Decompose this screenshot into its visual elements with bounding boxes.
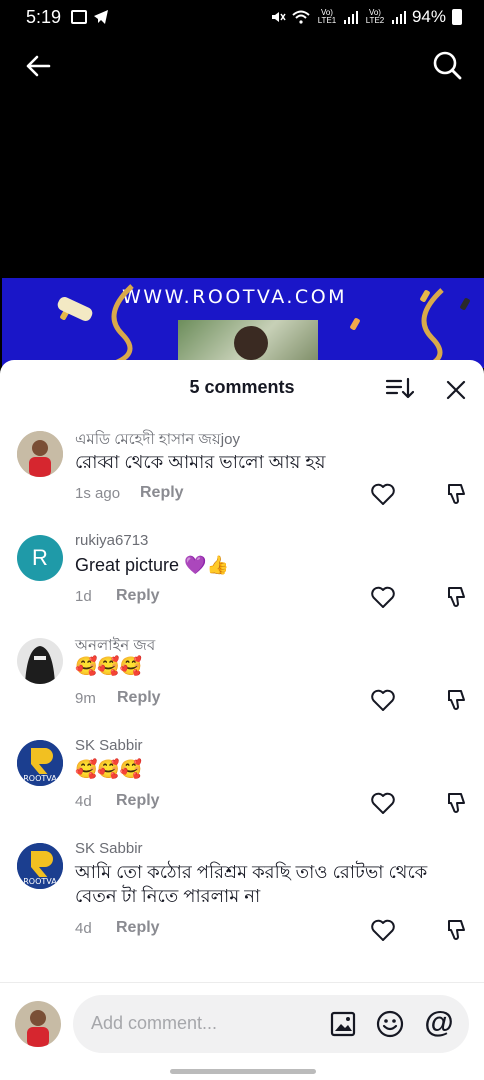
status-notification-icons bbox=[71, 9, 109, 25]
home-indicator bbox=[170, 1069, 316, 1074]
status-right: Vo) LTE1 Vo) LTE2 94% bbox=[270, 7, 462, 27]
heart-icon[interactable] bbox=[370, 482, 396, 506]
comment-text: Great picture 💜👍 bbox=[75, 555, 229, 575]
heart-icon[interactable] bbox=[370, 585, 396, 609]
comment-item: এমডি মেহেদী হাসান জয়joy রোব্বা থেকে আমা… bbox=[0, 426, 484, 526]
avatar[interactable]: ROOTVA bbox=[17, 843, 63, 889]
comment-time: 9m bbox=[75, 690, 96, 707]
comment-text: রোব্বা থেকে আমার ভালো আয় হয় bbox=[75, 452, 326, 472]
lte1-label: Vo) LTE1 bbox=[317, 8, 337, 25]
avatar-photo bbox=[15, 1001, 61, 1047]
avatar-photo bbox=[17, 638, 63, 684]
back-arrow-icon[interactable] bbox=[22, 50, 54, 82]
time-label: 9m bbox=[75, 690, 96, 707]
current-user-avatar[interactable] bbox=[15, 1001, 61, 1047]
heart-icon[interactable] bbox=[370, 688, 396, 712]
avatar-letter: R bbox=[32, 545, 48, 570]
comment-text: আমি তো কঠোর পরিশ্রম করছি তাও রোটভা থেকে … bbox=[75, 862, 428, 906]
banner-person bbox=[234, 326, 268, 360]
avatar[interactable]: ROOTVA bbox=[17, 740, 63, 786]
battery-icon bbox=[452, 9, 462, 25]
dislike-icon[interactable] bbox=[443, 481, 469, 507]
heart-icon[interactable] bbox=[370, 918, 396, 942]
comment-text: 🥰🥰🥰 bbox=[75, 656, 143, 676]
sort-icon[interactable] bbox=[384, 376, 414, 402]
avatar[interactable]: R bbox=[17, 535, 63, 581]
comment-item: R rukiya6713 Great picture 💜👍 1d Reply bbox=[0, 530, 484, 630]
comment-item: অনলাইন জব 🥰🥰🥰 9m Reply bbox=[0, 632, 484, 732]
dislike-icon[interactable] bbox=[443, 584, 469, 610]
comment-composer: Add comment... @ bbox=[0, 982, 484, 1080]
wifi-icon bbox=[292, 10, 310, 24]
scroll-decoration bbox=[57, 297, 93, 321]
confetti bbox=[349, 317, 361, 331]
ribbon-decoration bbox=[111, 284, 134, 364]
signal1-icon bbox=[343, 10, 358, 24]
time-label: 1d bbox=[75, 588, 92, 605]
dislike-icon[interactable] bbox=[443, 790, 469, 816]
dislike-icon[interactable] bbox=[443, 917, 469, 943]
comments-sheet: 5 comments এমডি মেহেদী হাসান জয়joy রোব্… bbox=[0, 360, 484, 1080]
comments-header: 5 comments bbox=[0, 360, 484, 416]
avatar[interactable] bbox=[17, 638, 63, 684]
comment-item: ROOTVA SK Sabbir আমি তো কঠোর পরিশ্রম করছ… bbox=[0, 838, 484, 968]
emoji-icon[interactable] bbox=[375, 1009, 405, 1039]
comment-time: 4d bbox=[75, 793, 92, 810]
svg-text:ROOTVA: ROOTVA bbox=[23, 774, 57, 783]
avatar-photo bbox=[17, 431, 63, 477]
heart-icon[interactable] bbox=[370, 791, 396, 815]
reply-button[interactable]: Reply bbox=[140, 484, 184, 502]
telegram-notification-icon bbox=[94, 10, 109, 24]
top-nav bbox=[0, 44, 484, 88]
comment-username[interactable]: SK Sabbir bbox=[75, 840, 143, 857]
comment-input-placeholder: Add comment... bbox=[91, 1013, 218, 1033]
rootva-logo-avatar: ROOTVA bbox=[17, 740, 63, 786]
lte2-label: Vo) LTE2 bbox=[365, 8, 385, 25]
time-label: 4d bbox=[75, 920, 92, 937]
status-bar: 5:19 Vo) LTE1 Vo) LTE2 94% bbox=[0, 0, 484, 34]
ribbon-decoration bbox=[421, 288, 444, 368]
battery-percent: 94% bbox=[411, 7, 446, 26]
comment-time: 1s ago bbox=[75, 485, 120, 502]
video-banner: WWW.ROOTVA.COM bbox=[2, 278, 484, 368]
close-icon[interactable] bbox=[444, 378, 468, 402]
comment-text: 🥰🥰🥰 bbox=[75, 759, 143, 779]
status-time: 5:19 bbox=[26, 6, 62, 27]
comment-item: ROOTVA SK Sabbir 🥰🥰🥰 4d Reply bbox=[0, 735, 484, 835]
comment-username[interactable]: rukiya6713 bbox=[75, 532, 148, 549]
banner-text: WWW.ROOTVA.COM bbox=[122, 286, 348, 308]
signal2-icon bbox=[391, 10, 406, 24]
svg-text:ROOTVA: ROOTVA bbox=[23, 877, 57, 886]
image-icon[interactable] bbox=[329, 1010, 357, 1038]
dislike-icon[interactable] bbox=[443, 687, 469, 713]
mute-icon bbox=[271, 12, 286, 22]
reply-button[interactable]: Reply bbox=[116, 919, 160, 937]
comment-time: 1d bbox=[75, 588, 92, 605]
rootva-logo-avatar: ROOTVA bbox=[17, 843, 63, 889]
reply-button[interactable]: Reply bbox=[117, 689, 161, 707]
confetti bbox=[459, 297, 471, 311]
reply-button[interactable]: Reply bbox=[116, 587, 160, 605]
avatar[interactable] bbox=[17, 431, 63, 477]
mention-icon[interactable]: @ bbox=[423, 1007, 455, 1039]
search-icon[interactable] bbox=[430, 48, 464, 82]
gallery-notification-icon bbox=[71, 10, 88, 24]
reply-button[interactable]: Reply bbox=[116, 792, 160, 810]
time-label: 4d bbox=[75, 793, 92, 810]
comment-input[interactable]: Add comment... @ bbox=[73, 995, 469, 1053]
comment-time: 4d bbox=[75, 920, 92, 937]
time-label: 1s ago bbox=[75, 485, 121, 502]
comment-username[interactable]: SK Sabbir bbox=[75, 737, 143, 754]
